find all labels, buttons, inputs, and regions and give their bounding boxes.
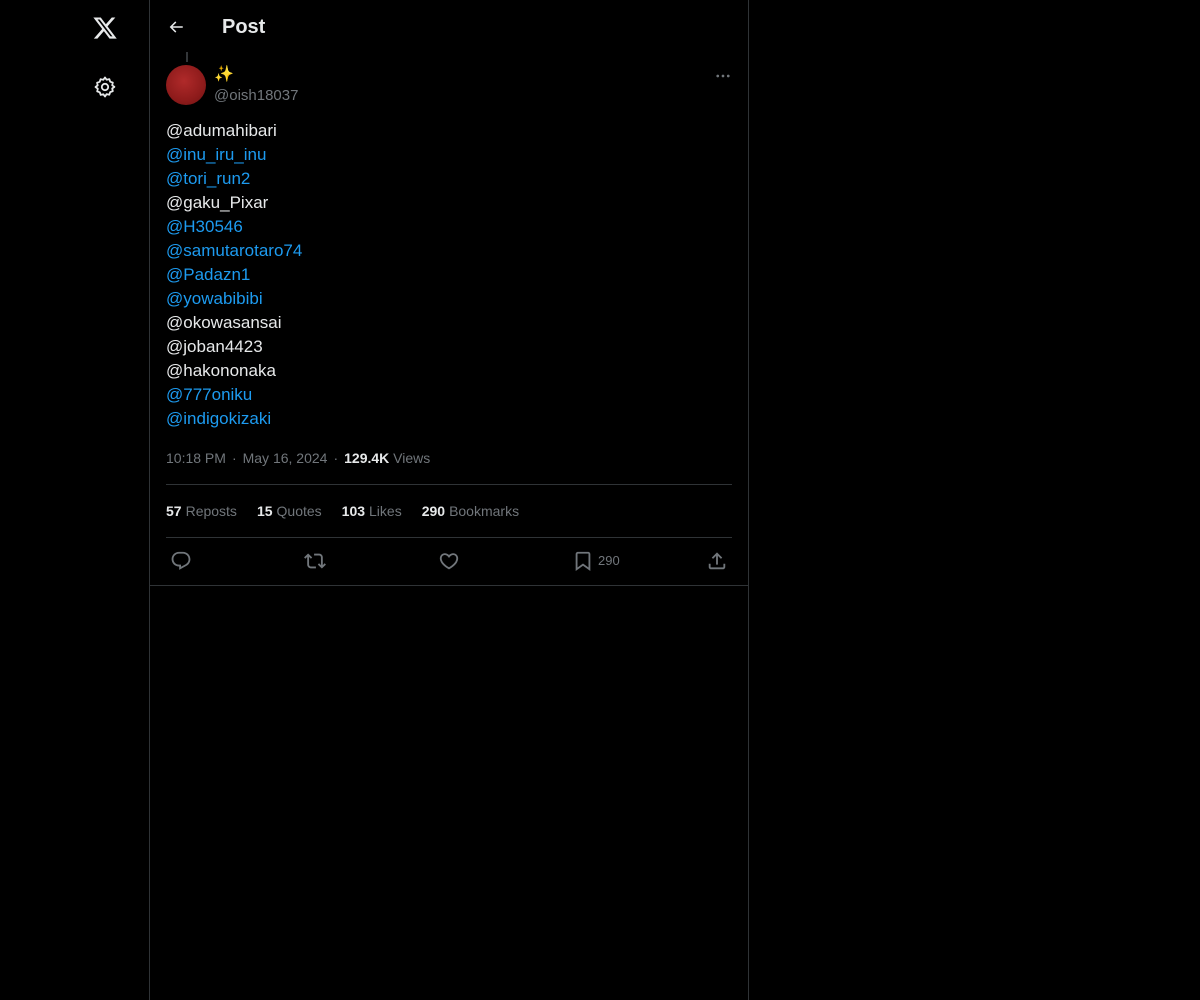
post-text: @adumahibari @inu_iru_inu @tori_run2 @ga… bbox=[166, 119, 732, 431]
x-logo-icon[interactable] bbox=[91, 14, 119, 42]
mention[interactable]: @Padazn1 bbox=[166, 263, 732, 287]
author-display-name[interactable]: ✨ bbox=[214, 65, 234, 85]
mention[interactable]: @H30546 bbox=[166, 215, 732, 239]
bookmark-icon bbox=[575, 551, 591, 572]
mention: @okowasansai bbox=[166, 313, 282, 332]
action-bar: 290 bbox=[166, 549, 732, 573]
mention[interactable]: @tori_run2 bbox=[166, 167, 732, 191]
post-metadata: 10:18 PM · May 16, 2024 · 129.4K Views bbox=[166, 448, 430, 468]
post-date[interactable]: May 16, 2024 bbox=[243, 450, 328, 466]
mention: @hakononaka bbox=[166, 361, 276, 380]
separator: · bbox=[333, 450, 339, 466]
share-button[interactable] bbox=[706, 549, 728, 573]
avatar[interactable] bbox=[166, 65, 206, 105]
bookmarks-label: Bookmarks bbox=[449, 503, 520, 519]
mention[interactable]: @samutarotaro74 bbox=[166, 239, 732, 263]
bookmarks-count: 290 bbox=[421, 503, 446, 519]
quotes-count: 15 bbox=[256, 503, 273, 519]
mention[interactable]: @inu_iru_inu bbox=[166, 143, 732, 167]
bookmarks-stat[interactable]: 290 Bookmarks bbox=[422, 501, 519, 521]
mention[interactable]: @indigokizaki bbox=[166, 407, 732, 431]
reply-button[interactable] bbox=[170, 549, 192, 573]
separator: · bbox=[231, 450, 237, 466]
share-icon bbox=[708, 552, 726, 570]
likes-label: Likes bbox=[369, 503, 402, 519]
arrow-left-icon[interactable] bbox=[166, 17, 186, 37]
views-count: 129.4K bbox=[344, 450, 390, 466]
likes-count: 103 bbox=[341, 503, 366, 519]
heart-icon bbox=[439, 553, 459, 570]
divider bbox=[166, 537, 732, 538]
engagement-stats: 57 Reposts 15 Quotes 103 Likes 290 Bookmarks bbox=[166, 501, 519, 521]
reposts-count: 57 bbox=[166, 503, 182, 519]
author-handle[interactable]: @oish18037 bbox=[214, 86, 298, 106]
mention: @joban4423 bbox=[166, 337, 263, 356]
reposts-label: Reposts bbox=[185, 503, 237, 519]
quotes-label: Quotes bbox=[276, 503, 322, 519]
thread-connector bbox=[186, 52, 188, 62]
mention[interactable]: @777oniku bbox=[166, 383, 732, 407]
mention: @adumahibari bbox=[166, 121, 277, 140]
sidebar bbox=[0, 0, 149, 1000]
mention[interactable]: @yowabibibi bbox=[166, 287, 732, 311]
bookmark-button[interactable]: 290 bbox=[572, 549, 620, 573]
repost-icon bbox=[304, 553, 326, 569]
page-header: Post bbox=[150, 0, 748, 54]
like-button[interactable] bbox=[438, 549, 460, 573]
mention: @gaku_Pixar bbox=[166, 193, 269, 212]
likes-stat[interactable]: 103 Likes bbox=[342, 501, 402, 521]
quotes-stat[interactable]: 15 Quotes bbox=[257, 501, 322, 521]
page-title: Post bbox=[222, 16, 266, 38]
reposts-stat[interactable]: 57 Reposts bbox=[166, 501, 237, 521]
repost-button[interactable] bbox=[304, 549, 326, 573]
bookmark-count: 290 bbox=[598, 553, 620, 568]
divider bbox=[150, 585, 748, 586]
reply-icon bbox=[171, 551, 191, 570]
more-options-icon[interactable] bbox=[712, 66, 734, 86]
views-label: Views bbox=[393, 450, 431, 466]
post-column: Post ✨ @oish18037 @adumahibari @inu_iru_… bbox=[149, 0, 749, 1000]
gear-icon[interactable] bbox=[93, 75, 117, 99]
divider bbox=[166, 484, 732, 485]
post-time[interactable]: 10:18 PM bbox=[166, 450, 226, 466]
